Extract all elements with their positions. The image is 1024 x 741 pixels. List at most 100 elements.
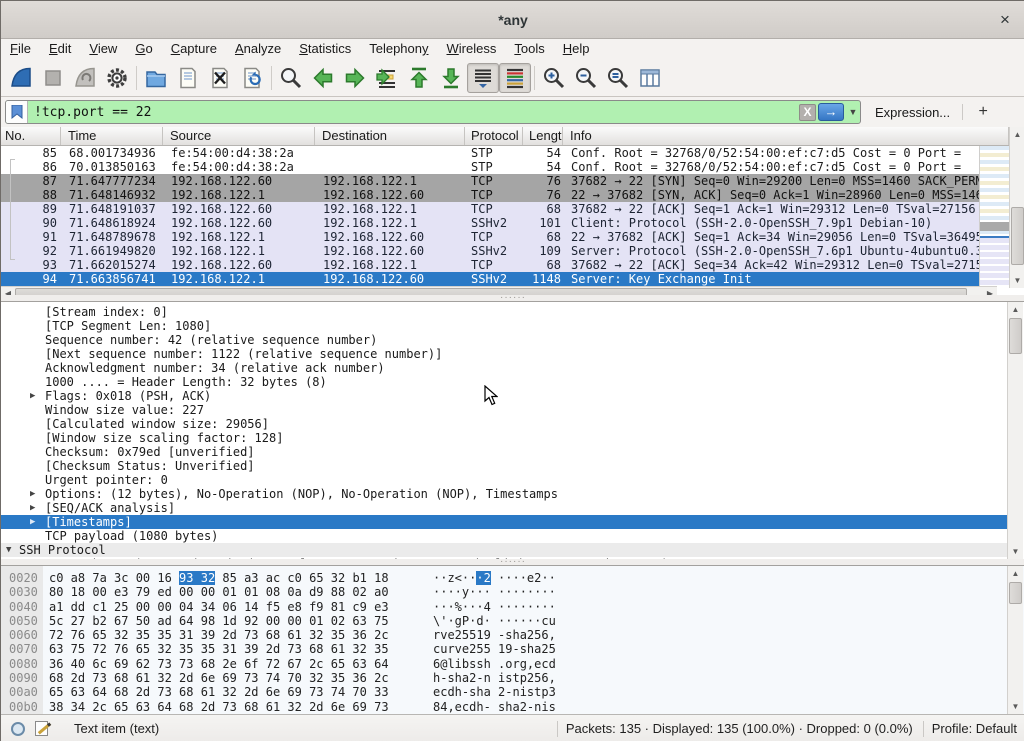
zoom-in-button[interactable]: [538, 63, 570, 93]
scroll-thumb[interactable]: [1009, 582, 1022, 604]
hex-ascii[interactable]: curve255 19-sha25: [433, 642, 556, 656]
auto-scroll-button[interactable]: [467, 63, 499, 93]
intelligent-scrollbar-minimap[interactable]: [979, 146, 1009, 286]
collapsed-arrow-icon[interactable]: ▶: [30, 487, 35, 501]
packet-list-vscrollbar[interactable]: ▲ ▼: [1009, 127, 1024, 288]
hex-row-0050[interactable]: 00505c 27 b2 67 50 ad 64 98 1d 92 00 00 …: [1, 614, 1024, 628]
hex-ascii[interactable]: ecdh-sha 2-nistp3: [433, 685, 556, 699]
hex-bytes[interactable]: 80 18 00 e3 79 ed 00 00 01 01 08 0a d9 8…: [49, 585, 389, 599]
scroll-down-arrow-icon[interactable]: ▼: [1008, 544, 1023, 559]
resize-columns-button[interactable]: [634, 63, 666, 93]
hex-bytes[interactable]: 65 63 64 68 2d 73 68 61 32 2d 6e 69 73 7…: [49, 685, 389, 699]
packet-row-92[interactable]: 9271.661949820192.168.122.1192.168.122.6…: [1, 244, 979, 258]
hex-bytes[interactable]: 38 34 2c 65 63 64 68 2d 73 68 61 32 2d 6…: [49, 700, 389, 714]
hex-bytes[interactable]: a1 dd c1 25 00 00 04 34 06 14 f5 e8 f9 8…: [49, 600, 389, 614]
packet-row-87[interactable]: 8771.647777234192.168.122.60192.168.122.…: [1, 174, 979, 188]
detail-line[interactable]: Checksum: 0x79ed [unverified]: [1, 445, 1024, 459]
scroll-thumb[interactable]: [1009, 318, 1022, 354]
detail-line[interactable]: Sequence number: 42 (relative sequence n…: [1, 333, 1024, 347]
find-packet-button[interactable]: [275, 63, 307, 93]
open-file-button[interactable]: [140, 63, 172, 93]
colorize-button[interactable]: [499, 63, 531, 93]
hex-vscrollbar[interactable]: ▲ ▼: [1007, 566, 1023, 714]
hex-ascii[interactable]: ····y··· ········: [433, 585, 556, 599]
hex-ascii[interactable]: 6@libssh .org,ecd: [433, 657, 556, 671]
column-header-length[interactable]: Length: [523, 127, 563, 145]
packet-row-94[interactable]: 9471.663856741192.168.122.1192.168.122.6…: [1, 272, 979, 286]
detail-line[interactable]: [Window size scaling factor: 128]: [1, 431, 1024, 445]
go-bottom-button[interactable]: [435, 63, 467, 93]
filter-history-dropdown[interactable]: ▼: [846, 103, 860, 121]
expert-info-icon[interactable]: [11, 722, 25, 736]
packet-row-89[interactable]: 8971.648191037192.168.122.60192.168.122.…: [1, 202, 979, 216]
detail-line[interactable]: ▼SSH Protocol: [1, 543, 1009, 557]
start-capture-button[interactable]: [5, 63, 37, 93]
close-window-button[interactable]: ×: [995, 10, 1015, 30]
menu-statistics[interactable]: Statistics: [290, 39, 360, 59]
column-header-protocol[interactable]: Protocol: [465, 127, 523, 145]
reload-file-button[interactable]: [236, 63, 268, 93]
hex-row-00b0[interactable]: 00b038 34 2c 65 63 64 68 2d 73 68 61 32 …: [1, 700, 1024, 714]
go-back-button[interactable]: [307, 63, 339, 93]
hex-bytes[interactable]: 5c 27 b2 67 50 ad 64 98 1d 92 00 00 01 0…: [49, 614, 389, 628]
hex-row-0080[interactable]: 008036 40 6c 69 62 73 73 68 2e 6f 72 67 …: [1, 657, 1024, 671]
column-header-info[interactable]: Info: [563, 127, 1009, 145]
hex-bytes[interactable]: 63 75 72 76 65 32 35 35 31 39 2d 73 68 6…: [49, 642, 389, 656]
menu-edit[interactable]: Edit: [40, 39, 80, 59]
stop-capture-button[interactable]: [37, 63, 69, 93]
capture-comment-icon[interactable]: [35, 721, 48, 736]
menu-file[interactable]: File: [1, 39, 40, 59]
collapsed-arrow-icon[interactable]: ▶: [30, 389, 35, 403]
save-file-button[interactable]: [172, 63, 204, 93]
menu-analyze[interactable]: Analyze: [226, 39, 290, 59]
detail-line[interactable]: [TCP Segment Len: 1080]: [1, 319, 1024, 333]
packet-row-86[interactable]: 8670.013850163fe:54:00:d4:38:2aSTP54Conf…: [1, 160, 979, 174]
detail-line[interactable]: [Stream index: 0]: [1, 305, 1024, 319]
hex-bytes[interactable]: c0 a8 7a 3c 00 16 93 32 85 a3 ac c0 65 3…: [49, 571, 389, 585]
menu-telephony[interactable]: Telephony: [360, 39, 437, 59]
scroll-up-arrow-icon[interactable]: ▲: [1008, 302, 1023, 317]
collapsed-arrow-icon[interactable]: ▶: [30, 501, 35, 515]
detail-line[interactable]: Urgent pointer: 0: [1, 473, 1024, 487]
hex-ascii[interactable]: 84,ecdh- sha2-nis: [433, 700, 556, 714]
profile-button[interactable]: Profile: Default: [932, 721, 1017, 736]
menu-view[interactable]: View: [80, 39, 126, 59]
detail-line[interactable]: ▶[Timestamps]: [1, 515, 1009, 529]
go-top-button[interactable]: [403, 63, 435, 93]
scroll-up-arrow-icon[interactable]: ▲: [1008, 566, 1023, 581]
close-file-button[interactable]: [204, 63, 236, 93]
scroll-down-arrow-icon[interactable]: ▼: [1010, 273, 1024, 288]
hex-row-0090[interactable]: 009068 2d 73 68 61 32 2d 6e 69 73 74 70 …: [1, 671, 1024, 685]
hex-bytes[interactable]: 36 40 6c 69 62 73 73 68 2e 6f 72 67 2c 6…: [49, 657, 389, 671]
detail-line[interactable]: Acknowledgment number: 34 (relative ack …: [1, 361, 1024, 375]
hex-ascii[interactable]: ··z<···2 ····e2··: [433, 571, 556, 585]
detail-line[interactable]: ▶[SEQ/ACK analysis]: [1, 501, 1024, 515]
menu-capture[interactable]: Capture: [162, 39, 226, 59]
title-bar[interactable]: *any ×: [1, 1, 1024, 39]
filter-apply-button[interactable]: →: [818, 103, 844, 121]
column-header-time[interactable]: Time: [61, 127, 163, 145]
hex-ascii[interactable]: h-sha2-n istp256,: [433, 671, 556, 685]
zoom-out-button[interactable]: [570, 63, 602, 93]
display-filter-input[interactable]: !tcp.port == 22: [28, 105, 799, 120]
menu-go[interactable]: Go: [126, 39, 161, 59]
scroll-down-arrow-icon[interactable]: ▼: [1008, 699, 1023, 714]
column-header-no[interactable]: No.: [1, 127, 61, 145]
hex-ascii[interactable]: \'·gP·d· ······cu: [433, 614, 556, 628]
filter-bookmark-button[interactable]: [6, 101, 28, 123]
packet-row-90[interactable]: 9071.648618924192.168.122.60192.168.122.…: [1, 216, 979, 230]
hex-row-0030[interactable]: 003080 18 00 e3 79 ed 00 00 01 01 08 0a …: [1, 585, 1024, 599]
detail-vscrollbar[interactable]: ▲ ▼: [1007, 302, 1023, 559]
filter-clear-button[interactable]: X: [799, 104, 816, 121]
packet-row-88[interactable]: 8871.648146932192.168.122.1192.168.122.6…: [1, 188, 979, 202]
hex-ascii[interactable]: ···%···4 ········: [433, 600, 556, 614]
restart-capture-button[interactable]: [69, 63, 101, 93]
column-header-source[interactable]: Source: [163, 127, 315, 145]
collapsed-arrow-icon[interactable]: ▶: [30, 515, 35, 529]
menu-wireless[interactable]: Wireless: [438, 39, 506, 59]
detail-line[interactable]: [Checksum Status: Unverified]: [1, 459, 1024, 473]
packet-row-91[interactable]: 9171.648789678192.168.122.1192.168.122.6…: [1, 230, 979, 244]
packet-row-93[interactable]: 9371.662015274192.168.122.60192.168.122.…: [1, 258, 979, 272]
hex-row-0070[interactable]: 007063 75 72 76 65 32 35 35 31 39 2d 73 …: [1, 642, 1024, 656]
zoom-reset-button[interactable]: [602, 63, 634, 93]
